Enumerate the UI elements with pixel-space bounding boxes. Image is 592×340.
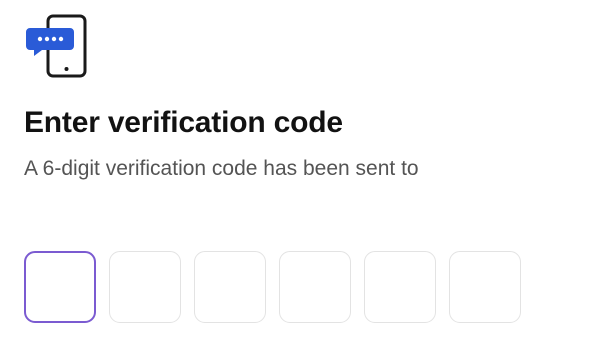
- page-title: Enter verification code: [24, 106, 343, 139]
- page-subtitle: A 6-digit verification code has been sen…: [24, 157, 419, 180]
- verification-code-input: [24, 251, 521, 323]
- code-digit-4[interactable]: [279, 251, 351, 323]
- code-digit-2[interactable]: [109, 251, 181, 323]
- code-digit-6[interactable]: [449, 251, 521, 323]
- phone-message-icon-graphic: [26, 14, 87, 78]
- code-digit-3[interactable]: [194, 251, 266, 323]
- code-digit-5[interactable]: [364, 251, 436, 323]
- phone-message-icon: [24, 14, 88, 78]
- code-digit-1[interactable]: [24, 251, 96, 323]
